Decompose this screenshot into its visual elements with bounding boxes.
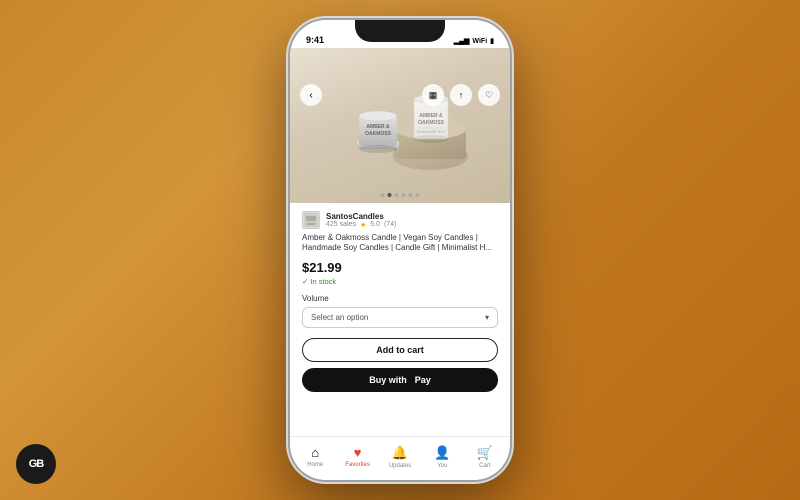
gb-logo: GB [16,444,56,484]
battery-icon: ▮ [490,37,494,45]
top-actions: ▦ ↑ ♡ [422,84,500,106]
svg-text:AMBER &: AMBER & [366,124,390,130]
volume-placeholder: Select an option [311,313,368,322]
seller-rating: 5.0 [370,221,380,228]
product-title: Amber & Oakmoss Candle | Vegan Soy Candl… [290,233,510,260]
product-info: SantosCandles 425 sales ★ 5.0 (74) Amber… [290,203,510,436]
image-dots [381,193,420,197]
volume-select[interactable]: Select an option ▾ [302,307,498,328]
checkmark-icon: ✓ [302,277,308,286]
product-price: $21.99 [302,260,498,275]
nav-cart[interactable]: 🛒 Cart [464,445,506,469]
status-time: 9:41 [306,35,324,45]
seller-avatar [302,211,320,229]
home-icon: ⌂ [311,445,319,460]
seller-info: SantosCandles 425 sales ★ 5.0 (74) [326,212,498,229]
back-icon: ‹ [309,90,312,101]
seller-row: SantosCandles 425 sales ★ 5.0 (74) [290,203,510,233]
volume-section: Volume Select an option ▾ [290,288,510,332]
favorite-button[interactable]: ♡ [478,84,500,106]
buy-with-label: Buy with [369,375,407,385]
seller-name[interactable]: SantosCandles [326,212,498,221]
cast-icon: ▦ [429,90,438,101]
seller-sales: 425 sales [326,221,356,228]
candles-display: AMBER & OAKMOSS HANDMADE SOY AMBER & OAK… [290,48,510,203]
seller-stats: 425 sales ★ 5.0 (74) [326,221,498,229]
dot-1 [381,193,385,197]
nav-updates[interactable]: 🔔 Updates [379,445,421,469]
buy-with-pay-button[interactable]: Buy with Pay [302,368,498,392]
buttons-section: Add to cart Buy with Pay [290,332,510,396]
pay-label: Pay [415,375,431,385]
svg-text:AMBER &: AMBER & [419,113,443,119]
nav-updates-label: Updates [389,463,411,469]
nav-home-label: Home [307,462,323,468]
back-button[interactable]: ‹ [300,84,322,106]
dot-4 [402,193,406,197]
nav-you-label: You [437,463,447,469]
cast-button[interactable]: ▦ [422,84,444,106]
chevron-down-icon: ▾ [485,313,489,322]
status-icons: ▂▄▆ WiFi ▮ [454,37,494,45]
nav-favorites[interactable]: ♥ Favorites [336,445,378,468]
dot-6 [416,193,420,197]
candles-svg: AMBER & OAKMOSS HANDMADE SOY AMBER & OAK… [310,61,490,191]
signal-icon: ▂▄▆ [454,37,470,45]
dot-3 [395,193,399,197]
phone-frame: 9:41 ▂▄▆ WiFi ▮ ‹ ▦ ↑ ♡ [290,20,510,480]
share-icon: ↑ [459,90,464,100]
price-section: $21.99 ✓ In stock [290,260,510,288]
rating-star: ★ [360,221,366,229]
product-image-area: ‹ ▦ ↑ ♡ [290,48,510,203]
nav-cart-label: Cart [479,463,490,469]
stock-label: In stock [310,277,336,286]
wifi-icon: WiFi [472,38,487,45]
favorites-icon: ♥ [354,445,362,460]
bottom-nav: ⌂ Home ♥ Favorites 🔔 Updates 👤 You 🛒 Car… [290,436,510,480]
nav-you[interactable]: 👤 You [421,445,463,469]
svg-text:OAKMOSS: OAKMOSS [418,120,445,126]
notch [355,20,445,42]
svg-text:OAKMOSS: OAKMOSS [365,131,392,137]
add-to-cart-button[interactable]: Add to cart [302,338,498,362]
updates-icon: 🔔 [392,445,408,461]
share-button[interactable]: ↑ [450,84,472,106]
volume-label: Volume [302,294,498,303]
dot-5 [409,193,413,197]
seller-reviews: (74) [384,221,396,228]
nav-favorites-label: Favorites [345,462,370,468]
heart-icon: ♡ [485,90,493,101]
svg-text:HANDMADE SOY: HANDMADE SOY [417,130,446,134]
profile-icon: 👤 [434,445,450,461]
dot-2 [388,193,392,197]
stock-status: ✓ In stock [302,277,498,286]
nav-home[interactable]: ⌂ Home [294,445,336,468]
cart-icon: 🛒 [477,445,493,461]
